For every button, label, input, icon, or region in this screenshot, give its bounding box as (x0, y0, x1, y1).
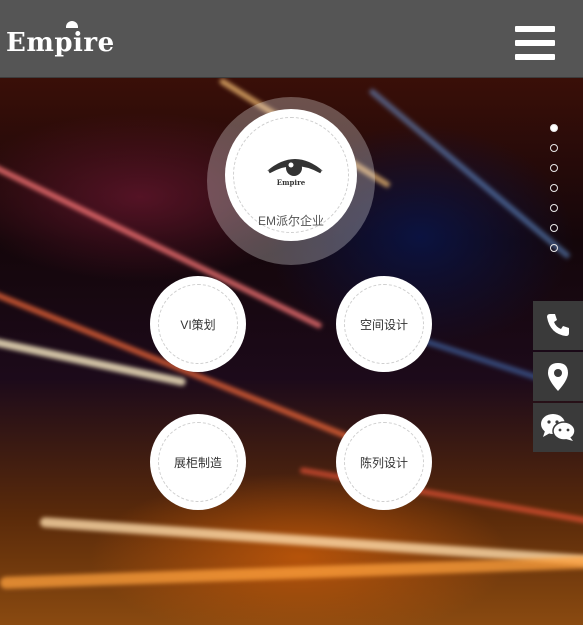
header: Empire (0, 0, 583, 78)
node-label: 空间设计 (359, 318, 408, 332)
node-label: 陈列设计 (359, 456, 408, 470)
logo[interactable]: Empire (6, 21, 115, 58)
page-dot-5[interactable] (550, 204, 558, 212)
node-vi-planning[interactable]: VI策划 (150, 276, 246, 372)
node-showcase-manufacturing[interactable]: 展柜制造 (150, 414, 246, 510)
node-display-design[interactable]: 陈列设计 (336, 414, 432, 510)
phone-button[interactable] (533, 301, 583, 350)
location-button[interactable] (533, 352, 583, 401)
page-dot-6[interactable] (550, 224, 558, 232)
node-label: 展柜制造 (173, 456, 222, 470)
hamburger-menu-icon[interactable] (515, 26, 555, 60)
main-circle-label: EM派尔企业 (257, 214, 324, 228)
page-dot-4[interactable] (550, 184, 558, 192)
logo-dome-mark (66, 21, 78, 28)
page-dot-2[interactable] (550, 144, 558, 152)
location-pin-icon (548, 363, 568, 391)
page: Empire Empire EM派尔企业 VI策划 空间设计 展柜制造 陈列设计 (0, 0, 583, 625)
wechat-button[interactable] (533, 403, 583, 452)
page-dot-7[interactable] (550, 244, 558, 252)
phone-icon (547, 314, 569, 336)
logo-text: Empire (6, 28, 115, 58)
page-dot-1[interactable] (550, 124, 558, 132)
node-space-design[interactable]: 空间设计 (336, 276, 432, 372)
node-label: VI策划 (180, 318, 216, 332)
main-circle[interactable]: Empire EM派尔企业 (225, 109, 357, 241)
side-contact-bar (533, 301, 583, 454)
page-dots (550, 124, 560, 264)
page-dot-3[interactable] (550, 164, 558, 172)
main-circle-logo-word: Empire (276, 178, 306, 187)
wechat-icon (541, 414, 576, 441)
